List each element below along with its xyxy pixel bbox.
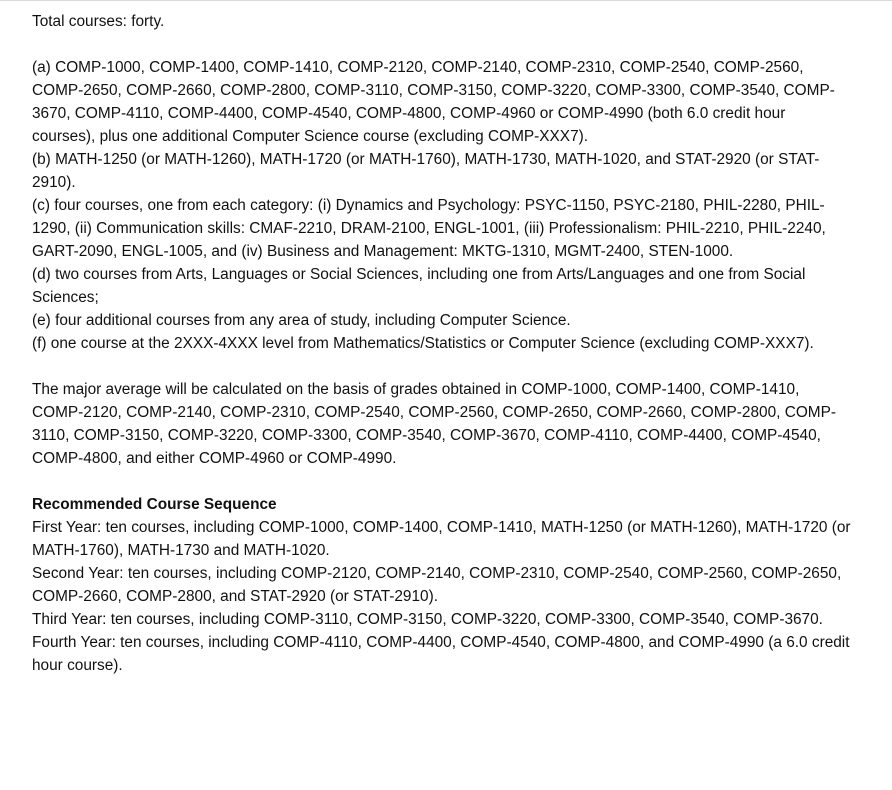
requirement-b: (b) MATH-1250 (or MATH-1260), MATH-1720 … bbox=[32, 151, 820, 191]
top-divider bbox=[0, 0, 892, 1]
requirement-f: (f) one course at the 2XXX-4XXX level fr… bbox=[32, 335, 814, 352]
first-year: First Year: ten courses, including COMP-… bbox=[32, 519, 851, 559]
requirement-e: (e) four additional courses from any are… bbox=[32, 312, 571, 329]
sequence-heading: Recommended Course Sequence bbox=[32, 496, 277, 513]
fourth-year: Fourth Year: ten courses, including COMP… bbox=[32, 634, 850, 674]
third-year: Third Year: ten courses, including COMP-… bbox=[32, 611, 823, 628]
requirement-d: (d) two courses from Arts, Languages or … bbox=[32, 266, 806, 306]
requirement-c: (c) four courses, one from each category… bbox=[32, 197, 826, 260]
second-year: Second Year: ten courses, including COMP… bbox=[32, 565, 842, 605]
requirement-a: (a) COMP-1000, COMP-1400, COMP-1410, COM… bbox=[32, 59, 835, 145]
document-body: Total courses: forty. (a) COMP-1000, COM… bbox=[32, 10, 852, 677]
major-average-paragraph: The major average will be calculated on … bbox=[32, 381, 836, 467]
total-courses: Total courses: forty. bbox=[32, 13, 165, 30]
